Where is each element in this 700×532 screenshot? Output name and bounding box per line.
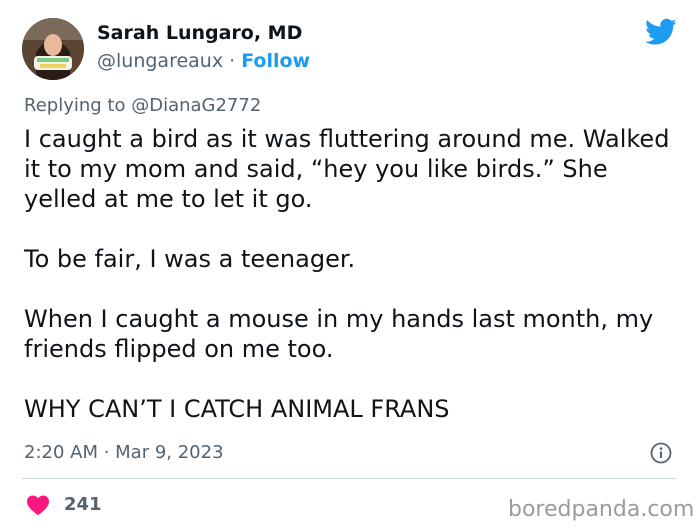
- info-icon[interactable]: [650, 442, 672, 464]
- divider: [22, 478, 677, 479]
- watermark: boredpanda.com: [508, 497, 695, 522]
- tweet-paragraph: When I caught a mouse in my hands last m…: [24, 305, 654, 363]
- author-avatar[interactable]: [22, 18, 84, 80]
- tweet-paragraph: I caught a bird as it was fluttering aro…: [24, 125, 670, 213]
- tweet-timestamp[interactable]: 2:20 AM · Mar 9, 2023: [24, 442, 224, 463]
- replied-handle[interactable]: @DianaG2772: [131, 95, 261, 116]
- replying-to-line: Replying to @DianaG2772: [24, 95, 261, 116]
- author-handle-line: @lungareaux · Follow: [97, 50, 310, 72]
- twitter-bird-icon[interactable]: [645, 18, 677, 46]
- follow-button[interactable]: Follow: [241, 50, 310, 72]
- like-count[interactable]: 241: [64, 494, 102, 515]
- handle-separator: ·: [223, 50, 242, 72]
- tweet-body: I caught a bird as it was fluttering aro…: [24, 124, 684, 424]
- tweet-paragraph: To be fair, I was a teenager.: [24, 245, 356, 273]
- tweet-paragraph: WHY CAN’T I CATCH ANIMAL FRANS: [24, 395, 450, 423]
- heart-icon[interactable]: [26, 494, 50, 516]
- author-handle[interactable]: @lungareaux: [97, 50, 223, 72]
- author-name[interactable]: Sarah Lungaro, MD: [97, 22, 302, 44]
- replying-to-label: Replying to: [24, 95, 132, 116]
